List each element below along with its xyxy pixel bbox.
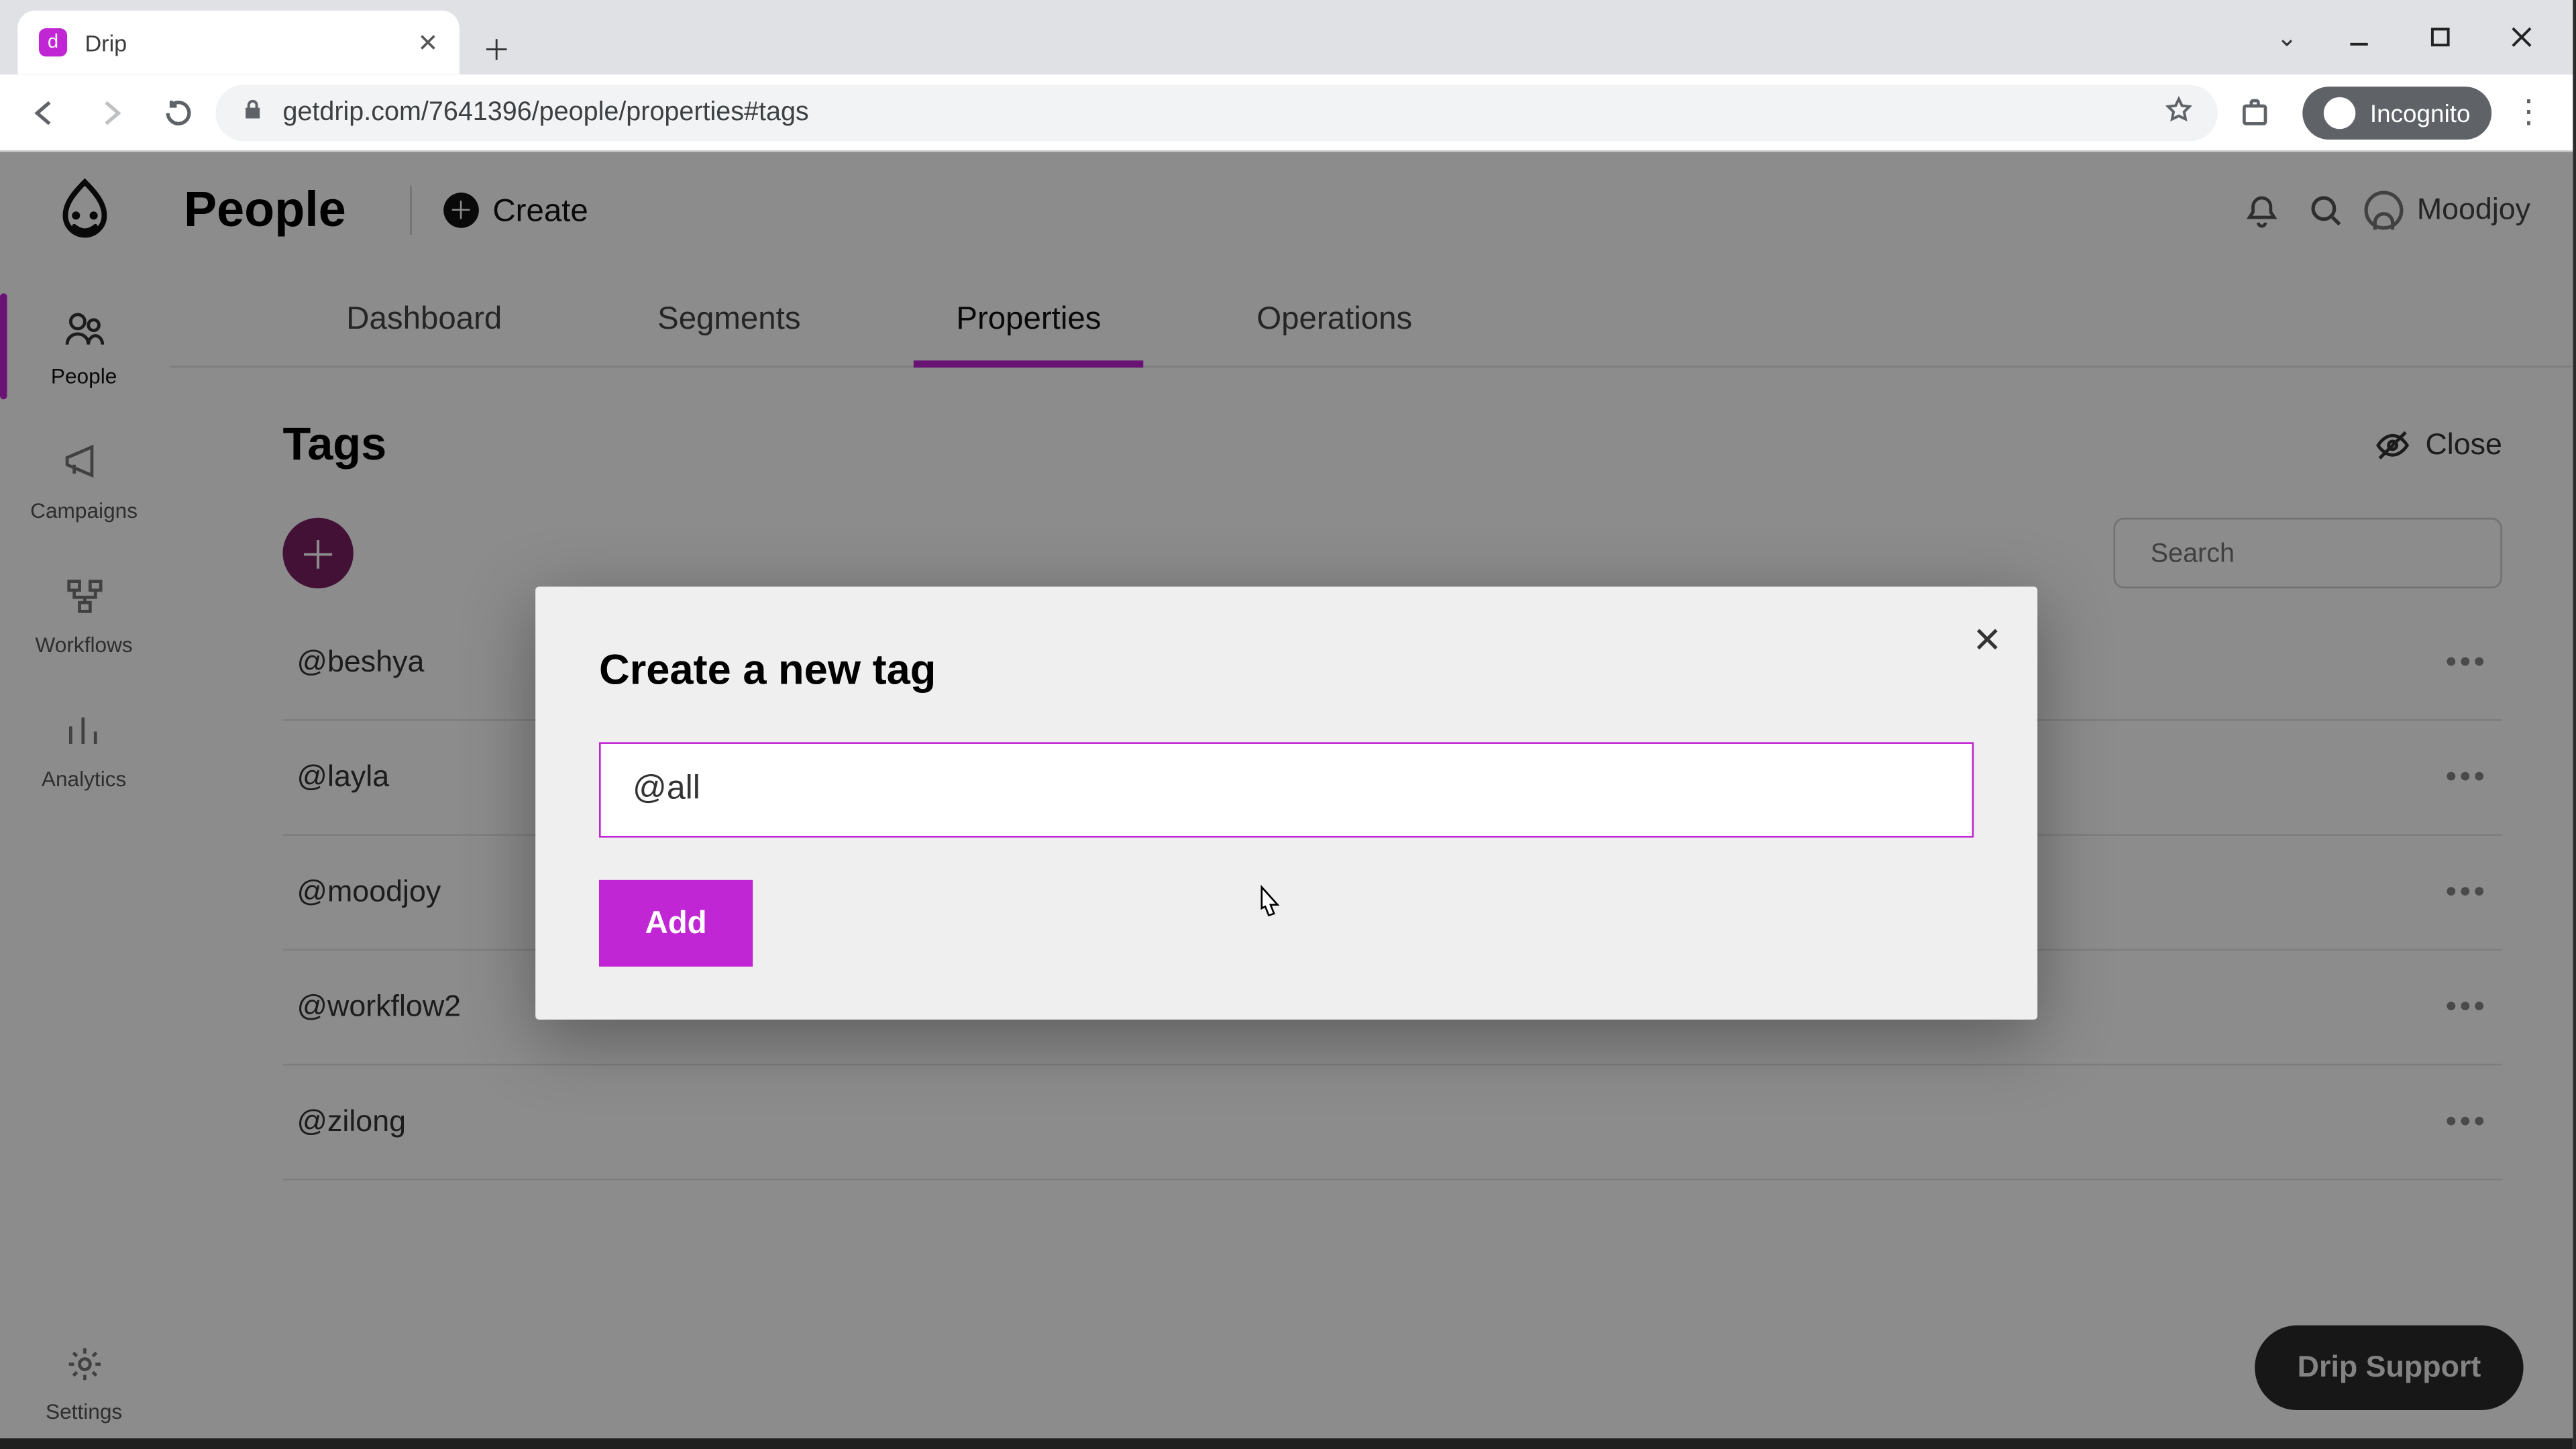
window-minimize-button[interactable] (2318, 9, 2400, 65)
nav-back-button[interactable] (14, 82, 74, 142)
modal-title: Create a new tag (599, 647, 1974, 696)
window-maximize-button[interactable] (2400, 9, 2481, 65)
browser-tab[interactable]: d Drip ✕ (17, 11, 460, 74)
tag-name-field[interactable] (599, 742, 1974, 837)
create-tag-modal: ✕ Create a new tag Add (535, 587, 2037, 1020)
taskbar (0, 1438, 2573, 1449)
window-close-button[interactable] (2481, 9, 2562, 65)
drip-favicon: d (39, 28, 67, 56)
tab-title: Drip (85, 29, 400, 56)
modal-backdrop[interactable]: ✕ Create a new tag Add (0, 152, 2573, 1449)
incognito-badge[interactable]: Incognito (2303, 86, 2491, 139)
modal-close-icon[interactable]: ✕ (1972, 619, 2002, 663)
window-controls: ⌄ (2255, 0, 2573, 74)
url-text: getdrip.com/7641396/people/properties#ta… (282, 97, 2147, 127)
lock-icon (240, 97, 265, 128)
browser-toolbar: getdrip.com/7641396/people/properties#ta… (0, 74, 2573, 152)
bookmark-star-icon[interactable] (2165, 95, 2193, 130)
tag-name-input[interactable] (633, 770, 1940, 809)
tab-close-icon[interactable]: ✕ (417, 28, 438, 58)
incognito-label: Incognito (2370, 98, 2471, 126)
browser-menu-button[interactable]: ⋮ (2499, 82, 2559, 142)
add-label: Add (645, 905, 706, 941)
tab-dropdown-icon[interactable]: ⌄ (2255, 22, 2318, 52)
window-titlebar: d Drip ✕ ＋ ⌄ (0, 0, 2573, 74)
extensions-icon[interactable] (2225, 82, 2286, 142)
new-tab-button[interactable]: ＋ (470, 21, 523, 74)
nav-forward-button[interactable] (81, 82, 142, 142)
address-bar[interactable]: getdrip.com/7641396/people/properties#ta… (215, 84, 2218, 140)
cursor-pointer-icon (1251, 883, 1287, 929)
incognito-icon (2324, 97, 2355, 128)
nav-reload-button[interactable] (148, 82, 209, 142)
add-button[interactable]: Add (599, 880, 753, 967)
